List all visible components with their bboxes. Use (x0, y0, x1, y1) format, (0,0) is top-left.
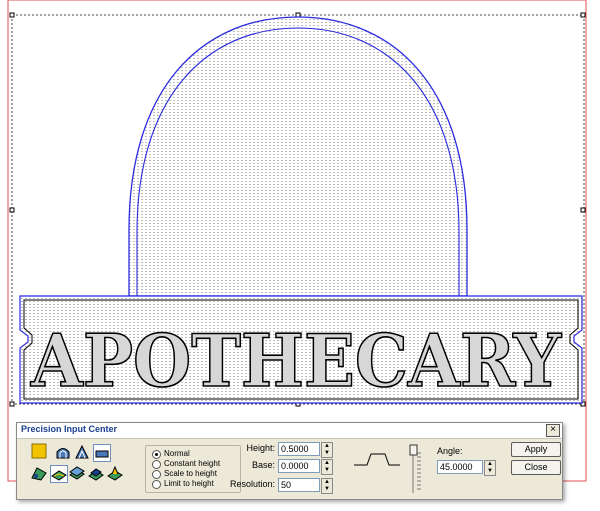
base-label: Base: (251, 460, 275, 470)
precision-input-panel: Precision Input Center × Normal Constant… (16, 422, 563, 500)
flat-shape-icon[interactable] (93, 444, 111, 462)
radio-limit-to-height-label: Limit to height (164, 479, 214, 488)
height-spinner[interactable]: ▲ ▼ (321, 442, 333, 458)
peak-shape-icon[interactable] (74, 444, 90, 460)
dome-shape-icon[interactable] (55, 444, 71, 460)
color-swatch-icon[interactable] (31, 443, 47, 459)
radio-normal-label: Normal (164, 449, 190, 458)
sign-text: APOTHECARY (30, 318, 562, 403)
radio-constant-height-label: Constant height (164, 459, 221, 468)
height-slider[interactable] (409, 443, 427, 495)
resolution-input[interactable]: 50 (278, 478, 320, 492)
radio-scale-to-height-dot (152, 470, 161, 479)
radio-constant-height-dot (152, 460, 161, 469)
radio-scale-to-height-label: Scale to height (164, 469, 217, 478)
panel-title: Precision Input Center (21, 424, 118, 434)
angle-spinner[interactable]: ▲ ▼ (484, 460, 496, 476)
height-label: Height: (246, 443, 275, 453)
bevel-carve-icon[interactable] (31, 465, 47, 481)
flat-carve-icon[interactable] (50, 465, 68, 483)
dome-outline (128, 16, 468, 297)
raised-carve-icon[interactable] (107, 465, 123, 481)
profile-preview-icon (354, 453, 400, 466)
layered-carve-icon[interactable] (69, 465, 85, 481)
panel-close-button[interactable]: × (546, 424, 560, 437)
radio-normal-dot (152, 450, 161, 459)
angle-input[interactable]: 45.0000 (437, 460, 483, 474)
radio-limit-to-height-dot (152, 480, 161, 489)
angle-label: Angle: (437, 446, 463, 456)
panel-titlebar[interactable]: Precision Input Center × (17, 423, 562, 439)
base-spinner[interactable]: ▲ ▼ (321, 459, 333, 475)
resolution-spinner[interactable]: ▲ ▼ (321, 478, 333, 494)
stacked-carve-icon[interactable] (88, 465, 104, 481)
resolution-label: Resolution: (229, 479, 275, 489)
close-button[interactable]: Close (511, 460, 561, 475)
base-input[interactable]: 0.0000 (278, 459, 320, 473)
apply-button[interactable]: Apply (511, 442, 561, 457)
height-input[interactable]: 0.5000 (278, 442, 320, 456)
